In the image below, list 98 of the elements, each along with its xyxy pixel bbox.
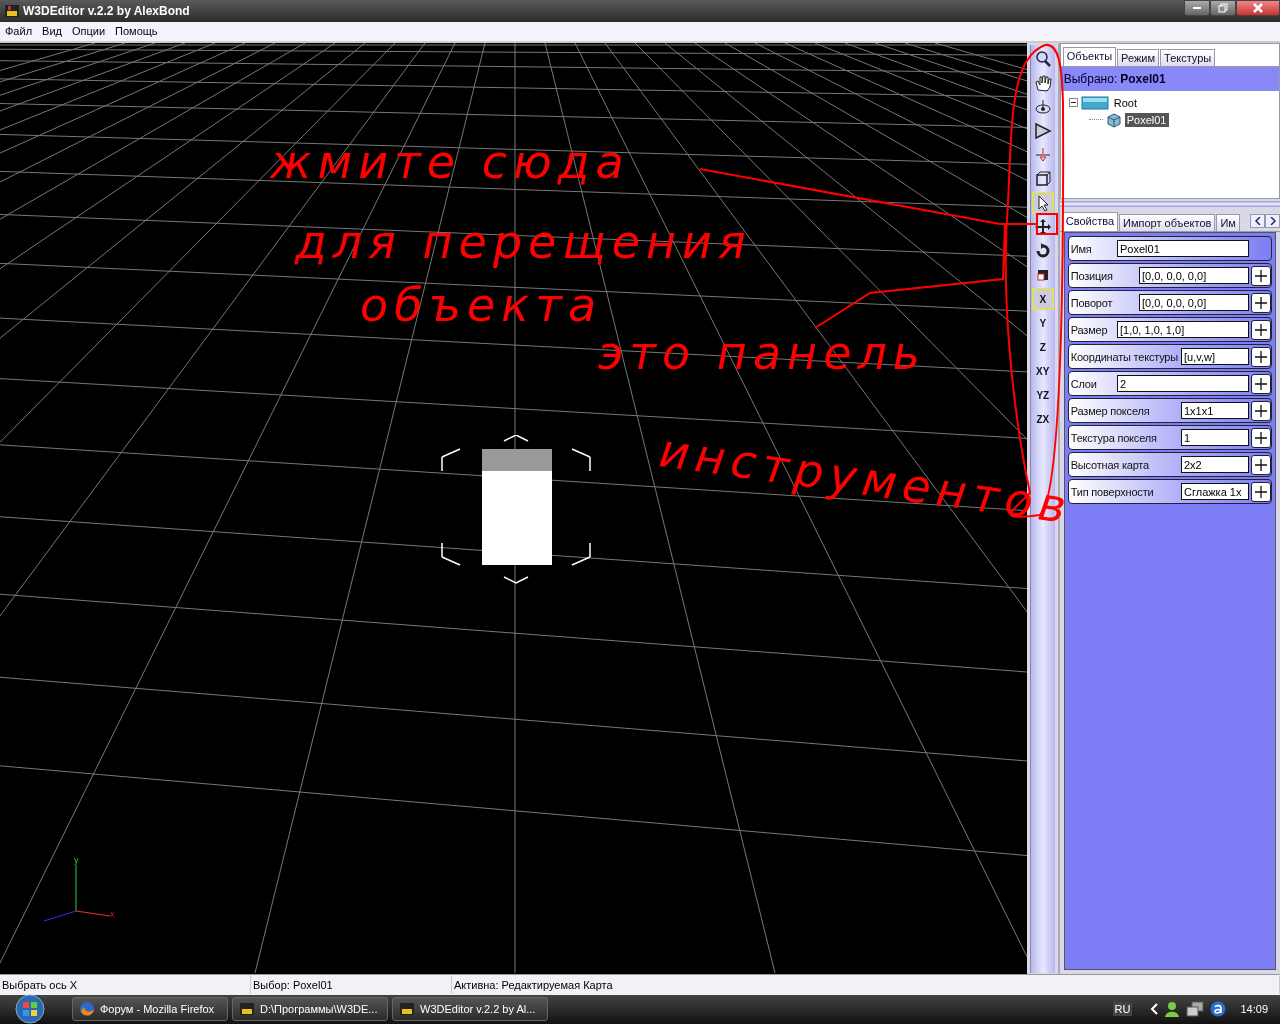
expand-button[interactable] — [1251, 346, 1271, 367]
scroll-left-button[interactable] — [1250, 214, 1265, 229]
plus-icon — [1255, 485, 1267, 498]
user-icon[interactable] — [1164, 1001, 1181, 1018]
property-field[interactable]: 2 — [1117, 375, 1249, 393]
close-icon — [1252, 3, 1264, 13]
handwritten-note: жмите сюда — [270, 135, 630, 190]
property-field[interactable]: [0,0, 0,0, 0,0] — [1139, 267, 1249, 285]
menu-item[interactable]: Помощь — [110, 25, 163, 38]
plus-icon — [1255, 350, 1267, 363]
property-field[interactable]: 2x2 — [1181, 456, 1249, 474]
tab[interactable]: Импорт объектов — [1119, 214, 1216, 232]
taskbar-button[interactable]: W3DEditor v.2.2 by Al... — [392, 997, 548, 1022]
triangle-icon — [1033, 122, 1052, 141]
menu-item[interactable]: Опции — [66, 25, 111, 38]
plus-icon — [1255, 458, 1267, 471]
expand-button[interactable] — [1251, 373, 1271, 394]
tab[interactable]: Текстуры — [1160, 49, 1216, 67]
axis-button[interactable]: ZX — [1031, 408, 1054, 431]
tab[interactable]: Объекты — [1062, 47, 1117, 67]
property-label: Координаты текстуры — [1070, 350, 1178, 363]
hand-icon — [1033, 74, 1052, 93]
property-label: Размер покселя — [1070, 404, 1150, 417]
tab[interactable]: Режим — [1117, 49, 1160, 67]
restore-button[interactable] — [1210, 0, 1236, 16]
axis-label: y — [74, 855, 79, 866]
window-title: W3DEditor v.2.2 by AlexBond — [23, 3, 191, 18]
chevron-left-icon[interactable] — [1150, 1003, 1159, 1016]
property-label: Высотная карта — [1070, 458, 1149, 471]
property-field[interactable]: Сглажка 1x — [1181, 483, 1249, 501]
taskbar-button[interactable]: Форум - Mozilla Firefox — [72, 997, 228, 1022]
status-text: Активна: Редактируемая Карта — [452, 976, 1280, 995]
menu-item[interactable]: Файл — [0, 25, 38, 38]
plus-icon — [1255, 404, 1267, 417]
plus-icon — [1255, 269, 1267, 282]
scroll-right-button[interactable] — [1265, 214, 1280, 229]
property-label: Тип поверхности — [1070, 485, 1154, 498]
axis-button[interactable]: XY — [1031, 360, 1054, 383]
tab[interactable]: Им — [1216, 214, 1240, 232]
axis-label: x — [110, 909, 115, 920]
app-logo-icon — [399, 1001, 415, 1018]
plus-icon — [1255, 431, 1267, 444]
property-field[interactable]: [1,0, 1,0, 1,0] — [1117, 321, 1249, 339]
restore-icon — [1218, 3, 1228, 13]
handwritten-note: для перещения — [295, 215, 752, 270]
tab[interactable]: Свойства — [1061, 212, 1119, 232]
orbit-icon — [1033, 98, 1052, 117]
axis-button[interactable]: YZ — [1031, 384, 1054, 407]
tool-button[interactable] — [1031, 192, 1054, 215]
language-indicator[interactable]: RU — [1112, 1002, 1133, 1017]
collapse-toggle[interactable] — [1068, 98, 1078, 108]
app-logo-icon — [4, 2, 20, 19]
property-label: Слои — [1070, 377, 1097, 390]
minimize-button[interactable] — [1184, 0, 1210, 16]
close-button[interactable] — [1236, 0, 1280, 16]
expand-button[interactable] — [1251, 265, 1271, 286]
letter-a-icon[interactable] — [1210, 1001, 1227, 1018]
plus-icon — [1255, 323, 1267, 336]
cube-icon — [1105, 111, 1122, 128]
minimize-icon — [1193, 7, 1201, 9]
taskbar-button[interactable]: D:\Программы\W3DE... — [232, 997, 388, 1022]
globe-icon — [79, 1001, 95, 1018]
property-field[interactable]: Poxel01 — [1117, 240, 1249, 258]
axis-button[interactable]: Z — [1031, 336, 1054, 359]
property-label: Поворот — [1070, 296, 1113, 309]
property-label: Имя — [1070, 242, 1092, 255]
network-icon[interactable] — [1186, 1001, 1205, 1018]
app-logo-icon — [239, 1001, 255, 1018]
property-label: Размер — [1070, 323, 1108, 336]
plus-icon — [1255, 377, 1267, 390]
tree-item[interactable]: Root — [1111, 95, 1139, 110]
search-icon — [1033, 50, 1052, 69]
folder-icon — [1080, 95, 1109, 110]
minus-box-icon — [1068, 98, 1078, 108]
expand-button[interactable] — [1251, 292, 1271, 313]
expand-button[interactable] — [1251, 427, 1271, 448]
expand-button[interactable] — [1251, 319, 1271, 340]
tree-item[interactable]: Poxel01 — [1124, 112, 1169, 127]
chevron-right-icon — [1269, 217, 1276, 226]
menu-item[interactable]: Вид — [37, 25, 67, 38]
property-field[interactable]: 1x1x1 — [1181, 402, 1249, 420]
property-field[interactable]: [u,v,w] — [1181, 348, 1249, 366]
selection-label: Выбрано: — [1063, 72, 1118, 87]
axis-button[interactable]: Y — [1031, 312, 1054, 335]
clock: 14:09 — [1240, 1003, 1268, 1016]
property-field[interactable]: [0,0, 0,0, 0,0] — [1139, 294, 1249, 312]
property-field[interactable]: 1 — [1181, 429, 1249, 447]
property-label: Текстура покселя — [1070, 431, 1157, 444]
expand-button[interactable] — [1251, 400, 1271, 421]
expand-button[interactable] — [1251, 481, 1271, 502]
selection-value: Poxel01 — [1120, 72, 1166, 87]
cube-frame-icon — [1033, 170, 1052, 189]
status-text: Выбор: Poxel01 — [251, 976, 452, 995]
expand-button[interactable] — [1251, 454, 1271, 475]
chevron-left-icon — [1254, 217, 1261, 226]
axis-button[interactable]: X — [1031, 288, 1054, 311]
plus-icon — [1255, 296, 1267, 309]
property-label: Позиция — [1070, 269, 1113, 282]
